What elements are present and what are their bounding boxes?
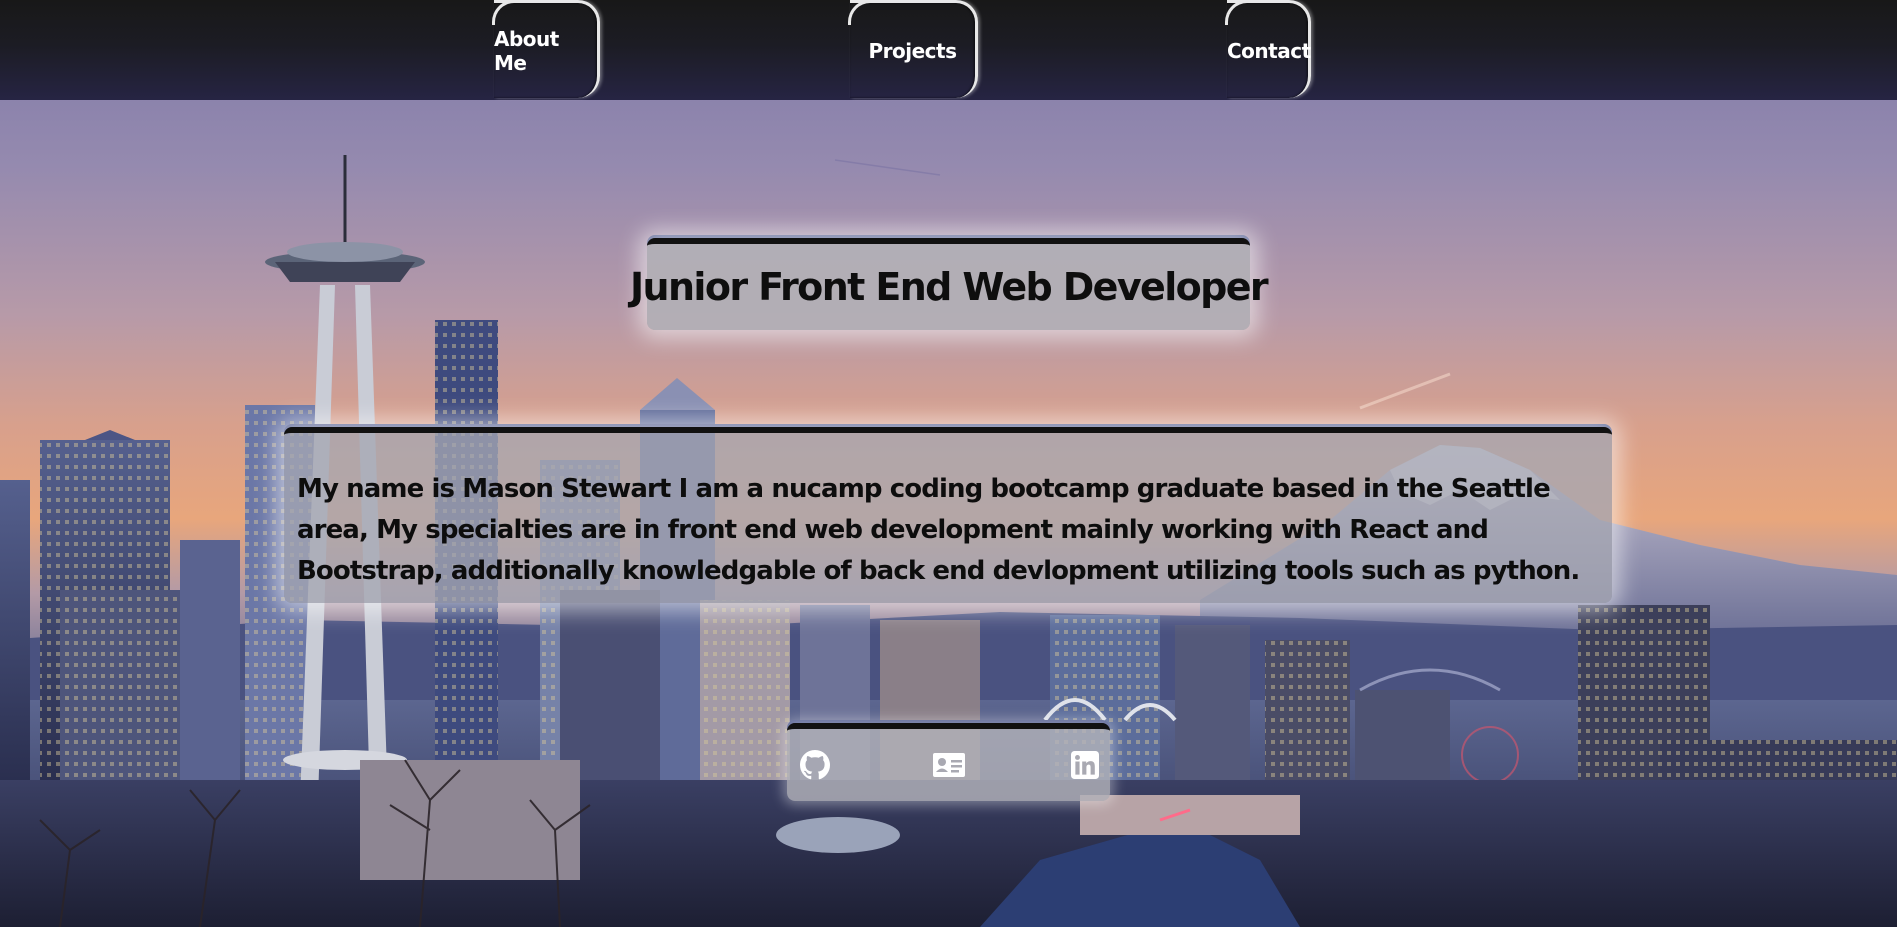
social-links-card xyxy=(787,723,1110,801)
nav-contact-border xyxy=(1225,0,1262,25)
page-title: Junior Front End Web Developer xyxy=(629,265,1269,309)
top-navbar: About Me Projects Contact xyxy=(0,0,1897,100)
contact-card-link[interactable] xyxy=(931,749,967,781)
nav-projects-label: Projects xyxy=(868,38,957,63)
nav-contact[interactable]: Contact xyxy=(1225,0,1311,98)
bio-text: My name is Mason Stewart I am a nucamp c… xyxy=(297,474,1580,586)
contact-card-icon xyxy=(933,753,965,777)
linkedin-icon xyxy=(1071,751,1099,779)
linkedin-link[interactable] xyxy=(1069,749,1101,781)
nav-projects-border xyxy=(848,0,885,25)
github-link[interactable] xyxy=(799,749,831,781)
nav-about-border xyxy=(492,0,529,25)
hero-title-card: Junior Front End Web Developer xyxy=(630,238,1269,330)
nav-about-me-label: About Me xyxy=(494,26,559,75)
bio-card: My name is Mason Stewart I am a nucamp c… xyxy=(284,427,1612,603)
nav-about-me[interactable]: About Me xyxy=(492,0,600,98)
nav-projects[interactable]: Projects xyxy=(848,0,978,98)
github-icon xyxy=(800,750,830,780)
nav-contact-label: Contact xyxy=(1227,38,1311,63)
